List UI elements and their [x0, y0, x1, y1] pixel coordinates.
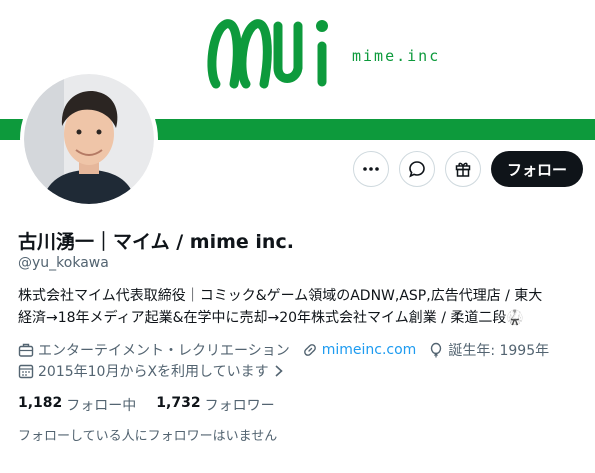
followers-link[interactable]: 1,732 フォロワー: [156, 395, 274, 415]
category-text: エンターテイメント・レクリエーション: [38, 343, 290, 359]
following-link[interactable]: 1,182 フォロー中: [18, 395, 136, 415]
bio-line: 経済→18年メディア起業&在学中に売却→20年株式会社マイム創業 / 柔道二段🥋: [18, 310, 524, 326]
balloon-icon: [431, 342, 442, 358]
profile-actions: フォロー: [352, 151, 583, 187]
avatar-frame[interactable]: [20, 70, 158, 208]
followers-label: フォロワー: [204, 398, 275, 414]
more-icon: [363, 167, 379, 171]
avatar[interactable]: [24, 74, 154, 204]
birth-text: 誕生年: 1995年: [448, 343, 550, 359]
follow-button[interactable]: フォロー: [490, 151, 583, 187]
gift-icon: [455, 162, 471, 177]
meta-website[interactable]: mimeinc.com: [302, 342, 417, 358]
mime-logo-icon: [207, 19, 328, 89]
mutual-followers-text: フォローしている人にフォロワーはいません: [18, 429, 278, 444]
profile-name: 古川湧一｜マイム / mime inc.: [18, 231, 294, 253]
gift-button[interactable]: [444, 151, 481, 187]
following-label: フォロー中: [66, 398, 137, 414]
calendar-icon: [18, 364, 34, 379]
link-icon: [303, 344, 316, 356]
chevron-right-icon: [275, 365, 283, 377]
website-link[interactable]: mimeinc.com: [322, 342, 417, 358]
profile-bio: 株式会社マイム代表取締役｜コミック&ゲーム領域のADNW,ASP,広告代理店 /…: [18, 285, 583, 329]
more-button[interactable]: [352, 151, 389, 187]
profile-handle: @yu_kokawa: [18, 255, 109, 271]
following-count: 1,182: [18, 395, 63, 411]
profile-meta-row: 2015年10月からXを利用しています: [18, 361, 301, 381]
profile-meta-row: エンターテイメント・レクリエーション mimeinc.com 誕生年: 1995…: [18, 340, 561, 360]
follow-stats: 1,182 フォロー中 1,732 フォロワー: [18, 395, 295, 415]
briefcase-icon: [18, 343, 34, 357]
brand-text: mime.inc: [352, 47, 441, 65]
meta-joined[interactable]: 2015年10月からXを利用しています: [18, 361, 289, 381]
meta-category: エンターテイメント・レクリエーション: [18, 340, 290, 360]
message-icon: [409, 161, 425, 178]
joined-text: 2015年10月からXを利用しています: [38, 364, 269, 380]
bio-line: 株式会社マイム代表取締役｜コミック&ゲーム領域のADNW,ASP,広告代理店 /…: [18, 288, 543, 304]
followers-count: 1,732: [156, 395, 201, 411]
message-button[interactable]: [398, 151, 435, 187]
meta-birth: 誕生年: 1995年: [428, 340, 549, 360]
